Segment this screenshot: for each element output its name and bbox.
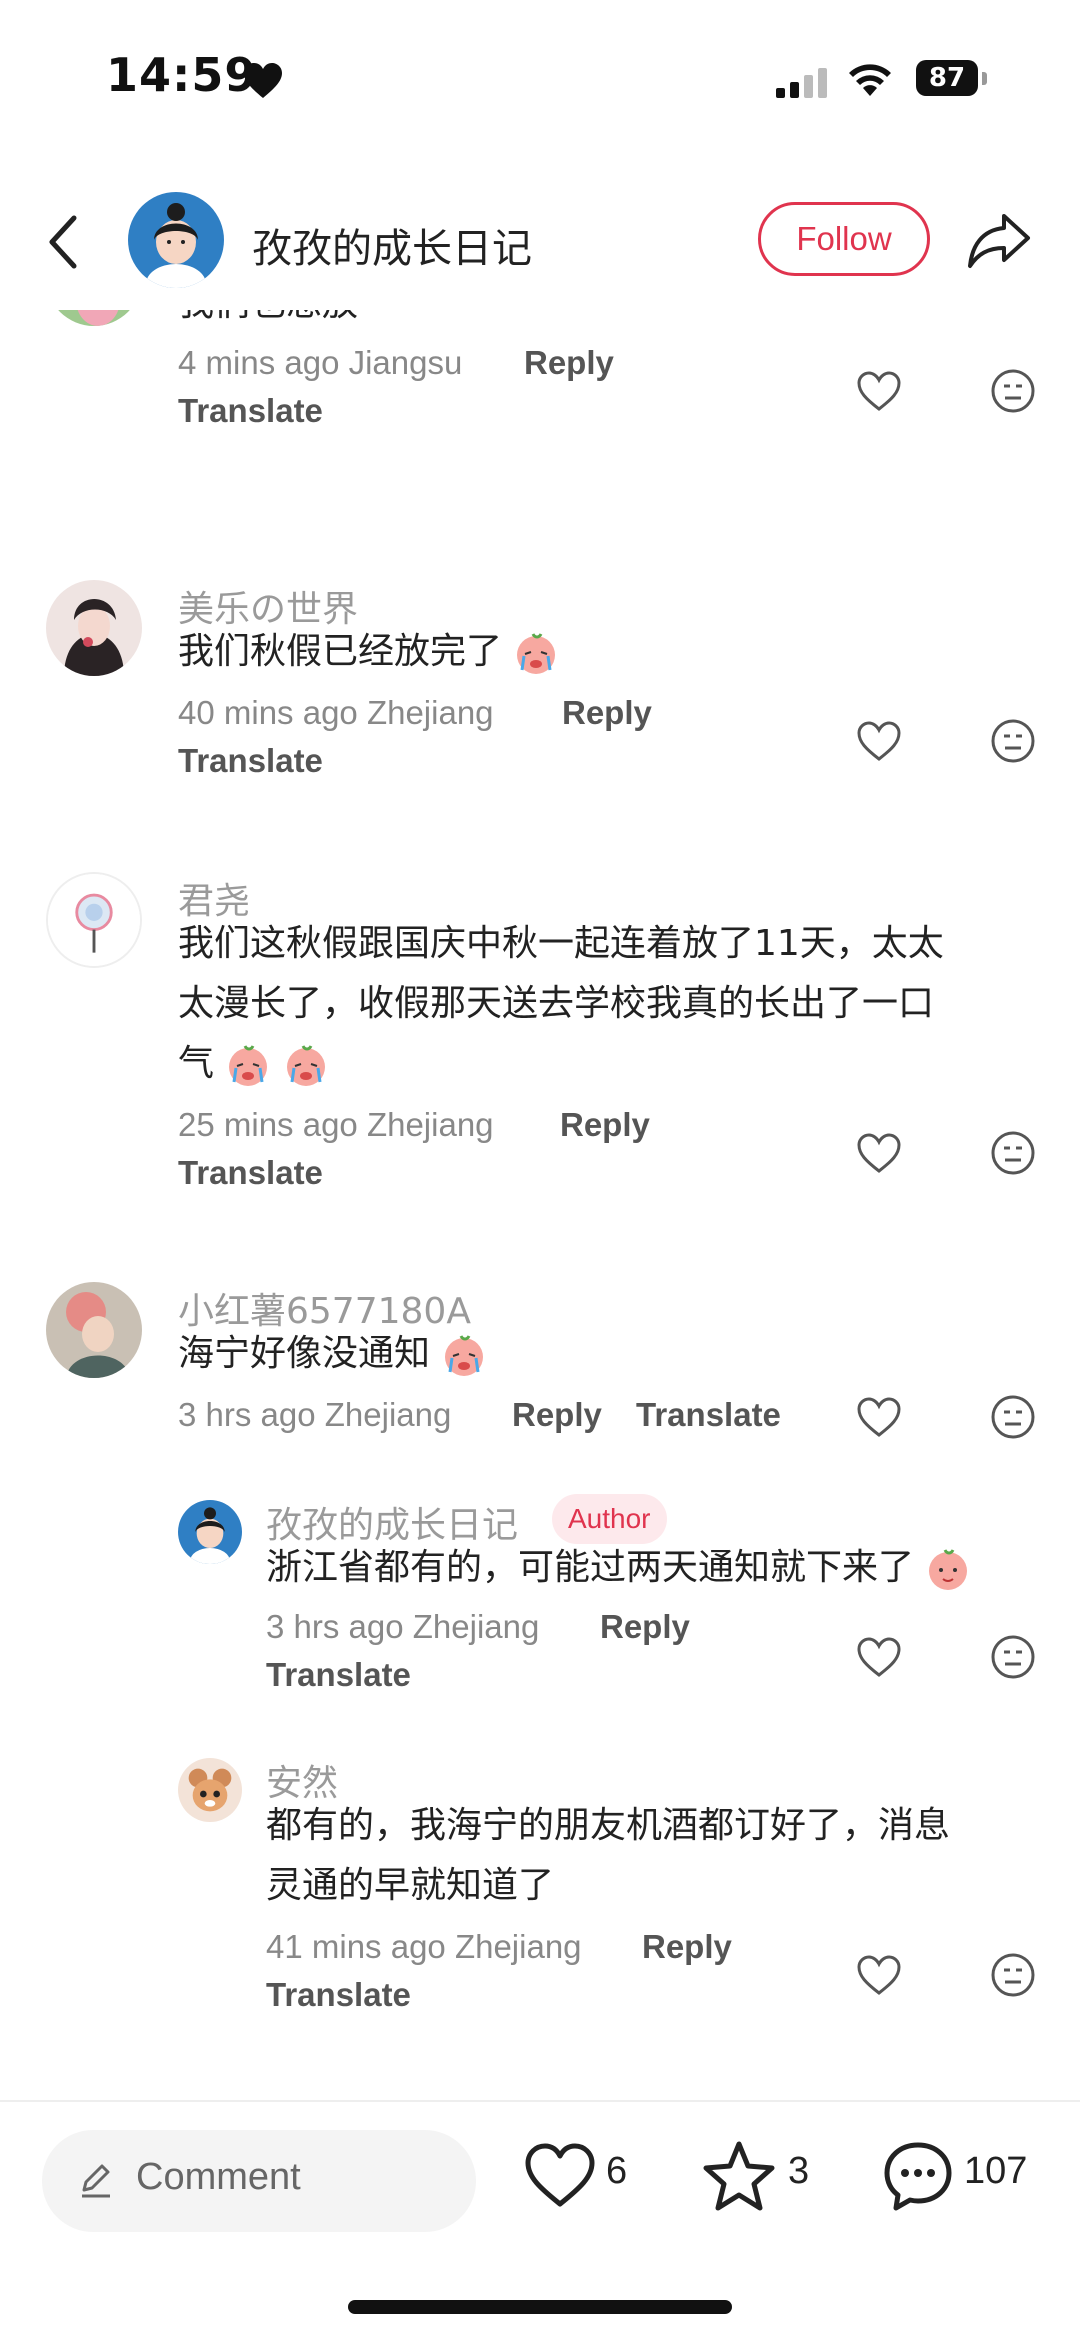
comment-text: 都有的，我海宁的朋友机酒都订好了，消息 灵通的早就知道了 [266, 1796, 1046, 1916]
status-bar: 14:59 87 [0, 0, 1080, 150]
comment-input[interactable]: Comment [42, 2130, 476, 2232]
comment-meta: 41 mins ago Zhejiang [266, 1928, 582, 1965]
chat-icon[interactable] [882, 2140, 954, 2212]
heart-icon[interactable] [856, 720, 902, 762]
comment-item: 美乐の世界 我们秋假已经放完了 40 mins ago Zhejiang Rep… [0, 580, 1080, 840]
comment-text-content: 浙江省都有的，可能过两天通知就下来了 [266, 1547, 915, 1588]
home-indicator[interactable] [348, 2300, 732, 2314]
battery-level: 87 [916, 60, 978, 96]
status-time: 14:59 [106, 48, 258, 102]
commenter-avatar[interactable] [46, 872, 142, 968]
pencil-icon [82, 2164, 110, 2198]
heart-icon[interactable] [856, 1132, 902, 1174]
comment-text: 浙江省都有的，可能过两天通知就下来了 [266, 1538, 971, 1598]
reply-button[interactable]: Reply [642, 1928, 732, 1966]
reply-button[interactable]: Reply [600, 1608, 690, 1646]
comment-meta: 3 hrs ago Zhejiang [266, 1608, 540, 1645]
dislike-icon[interactable] [990, 1394, 1036, 1440]
author-badge: Author [552, 1494, 667, 1544]
commenter-avatar[interactable] [178, 1500, 242, 1564]
battery-indicator: 87 [916, 60, 990, 100]
comment-meta: 3 hrs ago Zhejiang [178, 1396, 452, 1433]
heart-status-icon [244, 63, 282, 98]
reply-button[interactable]: Reply [560, 1106, 650, 1144]
commenter-avatar[interactable] [46, 310, 142, 326]
back-icon[interactable] [40, 212, 90, 272]
comment-text-line-last: 气 [178, 1034, 1038, 1094]
reply-item: 孜孜的成长日记 Author 浙江省都有的，可能过两天通知就下来了 3 hrs … [0, 1494, 1080, 1716]
comment-item: 小红薯6577180A 海宁好像没通知 3 hrs ago Zhejiang R… [0, 1282, 1080, 1452]
comment-text-line: 都有的，我海宁的朋友机酒都订好了，消息 [266, 1805, 951, 1846]
translate-button[interactable]: Translate [178, 392, 323, 430]
crying-emoji-icon [517, 633, 556, 674]
comment-item: 君尧 我们这秋假跟国庆中秋一起连着放了11天，太太 太漫长了，收假那天送去学校我… [0, 872, 1080, 1232]
page-title: 孜孜的成长日记 [252, 226, 532, 272]
heart-icon[interactable] [856, 1954, 902, 1996]
comment-text: 我们也想放 [178, 310, 358, 334]
comment-item: 吕丽 我们也想放 4 mins ago Jiangsu Reply Transl… [0, 310, 1080, 490]
crying-emoji-icon [445, 1335, 484, 1376]
comment-meta: 4 mins ago Jiangsu [178, 344, 463, 381]
translate-button[interactable]: Translate [266, 1976, 411, 2014]
translate-button[interactable]: Translate [266, 1656, 411, 1694]
comment-text-content: 我们秋假已经放完了 [178, 631, 503, 672]
comment-text-line: 我们这秋假跟国庆中秋一起连着放了11天，太太 [178, 923, 944, 964]
comment-text-content: 海宁好像没通知 [178, 1333, 431, 1374]
reply-button[interactable]: Reply [524, 344, 614, 382]
comment-placeholder: Comment [136, 2156, 301, 2198]
share-icon[interactable] [966, 210, 1032, 270]
heart-icon[interactable] [524, 2142, 596, 2208]
comment-count: 107 [964, 2150, 1028, 2192]
comment-text-line: 灵通的早就知道了 [266, 1865, 555, 1906]
dislike-icon[interactable] [990, 1952, 1036, 1998]
author-avatar[interactable] [128, 192, 224, 288]
comment-text: 海宁好像没通知 [178, 1324, 487, 1384]
comment-text-content: 气 [178, 1043, 215, 1084]
like-count: 6 [606, 2150, 628, 2192]
dislike-icon[interactable] [990, 1634, 1036, 1680]
follow-button[interactable]: Follow [758, 202, 930, 276]
star-icon[interactable] [702, 2140, 776, 2212]
comment-text-line: 太漫长了，收假那天送去学校我真的长出了一口 [178, 983, 935, 1024]
signal-icon [776, 68, 827, 98]
translate-button[interactable]: Translate [178, 1154, 323, 1192]
comment-text: 我们秋假已经放完了 [178, 622, 559, 682]
commenter-avatar[interactable] [46, 580, 142, 676]
shy-emoji-icon [929, 1549, 968, 1590]
translate-button[interactable]: Translate [636, 1396, 781, 1434]
crying-emoji-icon [286, 1045, 325, 1086]
heart-icon[interactable] [856, 1636, 902, 1678]
reply-item: 安然 都有的，我海宁的朋友机酒都订好了，消息 灵通的早就知道了 41 mins … [0, 1754, 1080, 2034]
crying-emoji-icon [229, 1045, 268, 1086]
reply-button[interactable]: Reply [512, 1396, 602, 1434]
dislike-icon[interactable] [990, 718, 1036, 764]
comment-meta: 25 mins ago Zhejiang [178, 1106, 494, 1143]
battery-cap [982, 72, 987, 85]
star-count: 3 [788, 2150, 810, 2192]
wifi-icon [849, 64, 891, 96]
commenter-avatar[interactable] [46, 1282, 142, 1378]
comment-list[interactable]: 吕丽 我们也想放 4 mins ago Jiangsu Reply Transl… [0, 310, 1080, 2100]
dislike-icon[interactable] [990, 368, 1036, 414]
dislike-icon[interactable] [990, 1130, 1036, 1176]
header: 孜孜的成长日记 Follow [0, 180, 1080, 300]
reply-button[interactable]: Reply [562, 694, 652, 732]
heart-icon[interactable] [856, 370, 902, 412]
commenter-avatar[interactable] [178, 1758, 242, 1822]
comment-meta: 40 mins ago Zhejiang [178, 694, 494, 731]
translate-button[interactable]: Translate [178, 742, 323, 780]
heart-icon[interactable] [856, 1396, 902, 1438]
comment-text: 我们这秋假跟国庆中秋一起连着放了11天，太太 太漫长了，收假那天送去学校我真的长… [178, 914, 1038, 1094]
